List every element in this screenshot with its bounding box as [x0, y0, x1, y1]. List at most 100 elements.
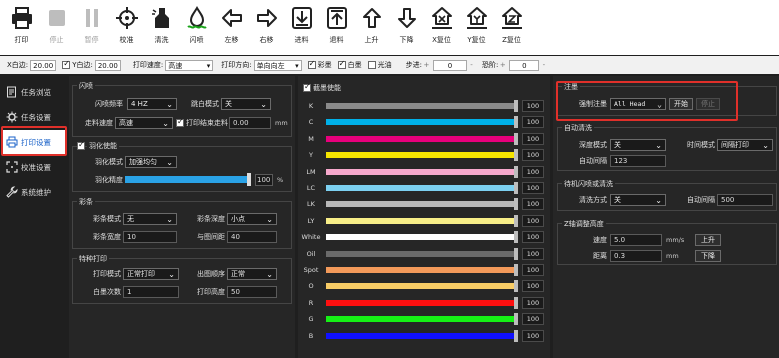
ink-channel-slider[interactable]: [326, 152, 515, 159]
ink-channel-value-input[interactable]: 100: [522, 231, 544, 244]
x-home-button[interactable]: X复位: [424, 0, 459, 55]
offset-minus-button[interactable]: -: [539, 61, 548, 69]
varnish-checkbox[interactable]: [367, 61, 376, 69]
print-mode-select[interactable]: 正常打印 ⌄: [123, 268, 179, 280]
z-raise-button[interactable]: 上升: [695, 234, 721, 246]
ink-channel-slider[interactable]: [326, 234, 515, 241]
forced-flash-stop-button[interactable]: 停止: [696, 98, 720, 110]
calibrate-button[interactable]: 校准: [109, 0, 144, 55]
ink-channel-slider[interactable]: [326, 168, 515, 175]
ink-channel-value-input[interactable]: 100: [522, 280, 544, 293]
ink-channel-value-input[interactable]: 100: [522, 198, 544, 211]
ink-channel-slider-handle[interactable]: [514, 132, 518, 145]
white-ink-checkbox[interactable]: [337, 59, 346, 69]
time-mode-select[interactable]: 间隔打印 ⌄: [717, 139, 773, 151]
raise-button[interactable]: 上升: [354, 0, 389, 55]
ink-channel-slider-handle[interactable]: [514, 264, 518, 276]
offset-input[interactable]: 0: [509, 59, 540, 71]
ink-channel-slider-handle[interactable]: [514, 198, 518, 211]
ink-channel-value-input[interactable]: 100: [522, 100, 544, 112]
ink-channel-slider[interactable]: [326, 103, 515, 109]
jump-white-select[interactable]: 关 ⌄: [221, 98, 271, 110]
print-direction-select[interactable]: 单向向左: [253, 59, 302, 72]
ink-channel-value-input[interactable]: 100: [522, 247, 544, 260]
move-left-button[interactable]: 左移: [214, 0, 249, 55]
ink-channel-value-input[interactable]: 100: [522, 132, 544, 145]
sidebar-item-calibration-settings[interactable]: 校准设置: [3, 155, 65, 179]
after-print-feed-checkbox[interactable]: [176, 117, 184, 127]
ink-channel-slider[interactable]: [326, 185, 515, 191]
stop-button[interactable]: 停止: [39, 0, 74, 55]
step-plus-button[interactable]: +: [422, 61, 431, 69]
sidebar-item-task-settings[interactable]: 任务设置: [3, 105, 65, 129]
depth-mode-select[interactable]: 关 ⌄: [610, 139, 666, 151]
forced-flash-start-button[interactable]: 开始: [669, 98, 693, 110]
step-input[interactable]: 0: [432, 59, 467, 71]
print-speed-select[interactable]: 高速: [165, 59, 214, 72]
ink-channel-value-input[interactable]: 100: [522, 182, 544, 194]
clean-button[interactable]: 清洗: [144, 0, 179, 55]
output-order-select[interactable]: 正常 ⌄: [227, 268, 277, 280]
feed-speed-select[interactable]: 高速 ⌄: [115, 117, 173, 129]
sidebar-item-task-browse[interactable]: 任务浏览: [3, 80, 65, 104]
ink-channel-slider[interactable]: [326, 316, 515, 323]
ink-channel-slider[interactable]: [326, 283, 515, 290]
ink-channel-slider[interactable]: [326, 201, 515, 208]
strip-depth-select[interactable]: 小点 ⌄: [227, 213, 277, 225]
ink-channel-slider-handle[interactable]: [514, 329, 518, 342]
ink-channel-slider[interactable]: [326, 332, 515, 339]
strip-mode-select[interactable]: 无 ⌄: [123, 213, 177, 225]
ink-channel-slider[interactable]: [326, 299, 515, 306]
z-speed-input[interactable]: 5.0: [610, 234, 662, 246]
print-height-input[interactable]: 50: [227, 286, 277, 298]
x-margin-input[interactable]: 20.00: [30, 59, 57, 71]
feather-precision-handle[interactable]: [247, 173, 251, 186]
standby-interval-input[interactable]: 500: [717, 194, 773, 206]
ink-channel-slider[interactable]: [326, 267, 515, 273]
after-print-feed-input[interactable]: 0.00: [229, 117, 271, 129]
white-times-input[interactable]: 1: [123, 286, 179, 298]
ink-channel-value-input[interactable]: 100: [522, 165, 544, 178]
ink-channel-slider-handle[interactable]: [514, 214, 518, 227]
move-right-button[interactable]: 右移: [249, 0, 284, 55]
step-minus-button[interactable]: -: [467, 61, 476, 69]
ink-channel-slider-handle[interactable]: [514, 231, 518, 244]
sidebar-item-print-settings[interactable]: 打印设置: [3, 130, 65, 154]
ink-channel-slider-handle[interactable]: [514, 116, 518, 129]
color-ink-checkbox[interactable]: [307, 59, 316, 69]
ink-channel-value-input[interactable]: 100: [522, 116, 544, 129]
offset-plus-button[interactable]: +: [498, 61, 507, 69]
ink-channel-slider-handle[interactable]: [514, 100, 518, 112]
ink-channel-slider-handle[interactable]: [514, 165, 518, 178]
auto-clean-interval-input[interactable]: 123: [610, 155, 666, 167]
ink-channel-slider-handle[interactable]: [514, 247, 518, 260]
ink-channel-slider-handle[interactable]: [514, 182, 518, 194]
feather-mode-select[interactable]: 加强均匀 ⌄: [125, 156, 177, 168]
ink-channel-slider[interactable]: [326, 217, 515, 224]
ink-channel-slider[interactable]: [326, 250, 515, 257]
sidebar-item-maintenance[interactable]: 系统维护: [3, 180, 65, 204]
ink-enable-checkbox[interactable]: [303, 82, 311, 92]
ink-channel-value-input[interactable]: 100: [522, 214, 544, 227]
ink-channel-slider-handle[interactable]: [514, 296, 518, 309]
print-button[interactable]: 打印: [4, 0, 39, 55]
pause-button[interactable]: 暂停: [74, 0, 109, 55]
strip-width-input[interactable]: 10: [123, 231, 177, 243]
lower-button[interactable]: 下降: [389, 0, 424, 55]
forced-flash-select[interactable]: All Head ⌄: [610, 98, 666, 110]
ink-channel-value-input[interactable]: 100: [522, 296, 544, 309]
z-distance-input[interactable]: 0.3: [610, 250, 662, 262]
ink-channel-value-input[interactable]: 100: [522, 264, 544, 276]
ink-channel-slider[interactable]: [326, 135, 515, 142]
y-margin-input[interactable]: 20.00: [94, 59, 121, 71]
ink-channel-slider-handle[interactable]: [514, 313, 518, 326]
y-margin-checkbox[interactable]: [62, 59, 71, 69]
flash-freq-select[interactable]: 4 HZ ⌄: [127, 98, 177, 110]
flash-spray-button[interactable]: 闪喷: [179, 0, 214, 55]
feed-out-button[interactable]: 退料: [319, 0, 354, 55]
feed-in-button[interactable]: 进料: [284, 0, 319, 55]
feather-enable-checkbox[interactable]: [77, 140, 85, 150]
ink-channel-value-input[interactable]: 100: [522, 313, 544, 326]
feather-precision-slider[interactable]: [125, 176, 249, 183]
z-lower-button[interactable]: 下降: [695, 250, 721, 262]
